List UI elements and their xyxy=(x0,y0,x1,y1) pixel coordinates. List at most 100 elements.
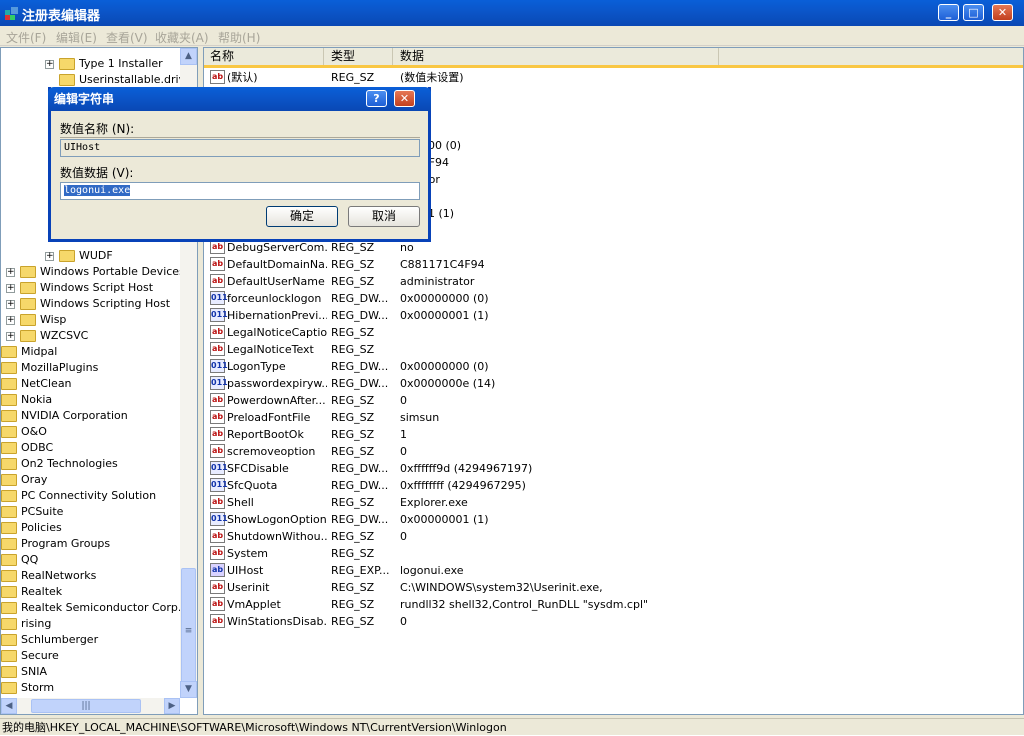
value-type: REG_DW... xyxy=(331,377,389,390)
value-data-label: 数值数据 (V): xyxy=(60,166,134,180)
list-row[interactable]: ab UIHost REG_EXP... logonui.exe xyxy=(204,562,1023,579)
value-data-field[interactable]: logonui.exe xyxy=(60,182,420,200)
list-row[interactable]: 011 SFCDisable REG_DW... 0xffffff9d (429496… xyxy=(204,460,1023,477)
value-type: REG_SZ xyxy=(331,428,375,441)
value-type: REG_DW... xyxy=(331,513,389,526)
scroll-left-button[interactable]: ◀ xyxy=(1,698,17,714)
value-type: REG_SZ xyxy=(331,394,375,407)
value-type: REG_SZ xyxy=(331,581,375,594)
menu-edit[interactable]: 编辑(E) xyxy=(56,29,97,46)
list-row[interactable]: ab WinStationsDisab... REG_SZ 0 xyxy=(204,613,1023,630)
header-type[interactable]: 类型 xyxy=(325,48,393,65)
header-data[interactable]: 数据 xyxy=(394,48,719,65)
menu-file[interactable]: 文件(F) xyxy=(6,29,46,46)
list-row[interactable]: ab PowerdownAfter... REG_SZ 0 xyxy=(204,392,1023,409)
list-row[interactable]: 011 ShowLogonOptions REG_DW... 0x00000001 (… xyxy=(204,511,1023,528)
list-row[interactable]: ab System REG_SZ xyxy=(204,545,1023,562)
expand-icon[interactable]: + xyxy=(6,332,15,341)
list-row[interactable]: ab scremoveoption REG_SZ 0 xyxy=(204,443,1023,460)
expand-icon[interactable]: + xyxy=(45,60,54,69)
maximize-button[interactable]: □ xyxy=(963,4,984,21)
value-data: 0 xyxy=(400,394,407,407)
reg-string-value-icon: ab xyxy=(210,240,225,254)
list-row[interactable]: 011 SfcQuota REG_DW... 0xffffffff (42949672… xyxy=(204,477,1023,494)
expand-icon[interactable]: + xyxy=(6,300,15,309)
list-row[interactable]: 011 passwordexpiryw... REG_DW... 0x0000000e… xyxy=(204,375,1023,392)
tree-horizontal-scrollbar[interactable]: ◀ ||| ▶ xyxy=(1,698,180,714)
folder-icon xyxy=(1,666,17,678)
value-data: 0xffffff9d (4294967197) xyxy=(400,462,533,475)
tree-item-label: RealNetworks xyxy=(21,569,97,582)
folder-icon xyxy=(1,490,17,502)
value-name: VmApplet xyxy=(227,598,281,611)
value-type: REG_DW... xyxy=(331,462,389,475)
dialog-title-bar[interactable]: 编辑字符串 ? ✕ xyxy=(48,87,431,111)
value-name: PowerdownAfter... xyxy=(227,394,326,407)
list-row[interactable]: ab ShutdownWithou... REG_SZ 0 xyxy=(204,528,1023,545)
list-row[interactable]: 011 LogonType REG_DW... 0x00000000 (0) xyxy=(204,358,1023,375)
value-name: System xyxy=(227,547,269,560)
folder-icon xyxy=(1,474,17,486)
tree-item-label: PCSuite xyxy=(21,505,64,518)
hscroll-thumb[interactable]: ||| xyxy=(31,699,141,713)
value-type: REG_SZ xyxy=(331,496,375,509)
list-row[interactable]: ab DefaultUserName REG_SZ administrator xyxy=(204,273,1023,290)
expand-icon[interactable]: + xyxy=(6,268,15,277)
scroll-thumb[interactable]: ≡ xyxy=(181,568,196,694)
reg-string-value-icon: ab xyxy=(210,410,225,424)
folder-icon xyxy=(1,442,17,454)
reg-string-value-icon: ab xyxy=(210,427,225,441)
menu-help[interactable]: 帮助(H) xyxy=(218,29,260,46)
close-button[interactable]: ✕ xyxy=(992,4,1013,21)
minimize-button[interactable]: _ xyxy=(938,4,959,21)
list-row[interactable]: ab Shell REG_SZ Explorer.exe xyxy=(204,494,1023,511)
tree-item-label: SNIA xyxy=(21,665,47,678)
scroll-up-button[interactable]: ▲ xyxy=(180,48,197,65)
tree-item-label: Windows Portable Devices xyxy=(40,265,185,278)
expand-icon[interactable]: + xyxy=(6,284,15,293)
folder-icon xyxy=(1,586,17,598)
value-data: 0 xyxy=(400,445,407,458)
ok-button[interactable]: 确定 xyxy=(266,206,338,227)
value-name: DefaultUserName xyxy=(227,275,325,288)
header-name[interactable]: 名称 xyxy=(204,48,324,65)
title-bar[interactable]: 注册表编辑器 _ □ ✕ xyxy=(0,0,1024,26)
reg-string-value-icon: ab xyxy=(210,70,225,84)
tree-item-label: QQ xyxy=(21,553,39,566)
folder-icon xyxy=(59,58,75,70)
value-type: REG_SZ xyxy=(331,343,375,356)
dialog-close-button[interactable]: ✕ xyxy=(394,90,415,107)
value-name: scremoveoption xyxy=(227,445,316,458)
list-row[interactable]: 011 HibernationPrevi... REG_DW... 0x0000000… xyxy=(204,307,1023,324)
value-name: Userinit xyxy=(227,581,270,594)
value-name: HibernationPrevi... xyxy=(227,309,327,322)
list-row[interactable]: ab LegalNoticeText REG_SZ xyxy=(204,341,1023,358)
menu-view[interactable]: 查看(V) xyxy=(106,29,148,46)
list-row[interactable]: 011 forceunlocklogon REG_DW... 0x00000000 (… xyxy=(204,290,1023,307)
folder-icon xyxy=(59,250,75,262)
scroll-right-button[interactable]: ▶ xyxy=(164,698,180,714)
scroll-down-button[interactable]: ▼ xyxy=(180,681,197,698)
tree-item-label: WUDF xyxy=(79,249,113,262)
list-row[interactable]: ab LegalNoticeCaption REG_SZ xyxy=(204,324,1023,341)
dialog-help-button[interactable]: ? xyxy=(366,90,387,107)
list-row[interactable]: ab PreloadFontFile REG_SZ simsun xyxy=(204,409,1023,426)
reg-binary-value-icon: 011 xyxy=(210,461,228,475)
expand-icon[interactable]: + xyxy=(6,316,15,325)
value-name: ReportBootOk xyxy=(227,428,304,441)
reg-string-value-icon: ab xyxy=(210,495,225,509)
value-name-label: 数值名称 (N): xyxy=(60,122,135,136)
list-row[interactable]: ab ReportBootOk REG_SZ 1 xyxy=(204,426,1023,443)
list-row[interactable]: ab Userinit REG_SZ C:\WINDOWS\system32\User… xyxy=(204,579,1023,596)
value-type: REG_SZ xyxy=(331,258,375,271)
list-row[interactable]: ab DefaultDomainNa... REG_SZ C881171C4F94 xyxy=(204,256,1023,273)
list-row[interactable]: ab VmApplet REG_SZ rundll32 shell32,Control… xyxy=(204,596,1023,613)
list-row[interactable]: ab (默认) REG_SZ (数值未设置) xyxy=(204,69,1023,86)
reg-string-value-icon: ab xyxy=(210,325,225,339)
folder-icon xyxy=(59,74,75,86)
expand-icon[interactable]: + xyxy=(45,252,54,261)
cancel-button[interactable]: 取消 xyxy=(348,206,420,227)
menu-favorites[interactable]: 收藏夹(A) xyxy=(155,29,209,46)
value-data: 0x00000000 (0) xyxy=(400,292,489,305)
value-type: REG_DW... xyxy=(331,479,389,492)
